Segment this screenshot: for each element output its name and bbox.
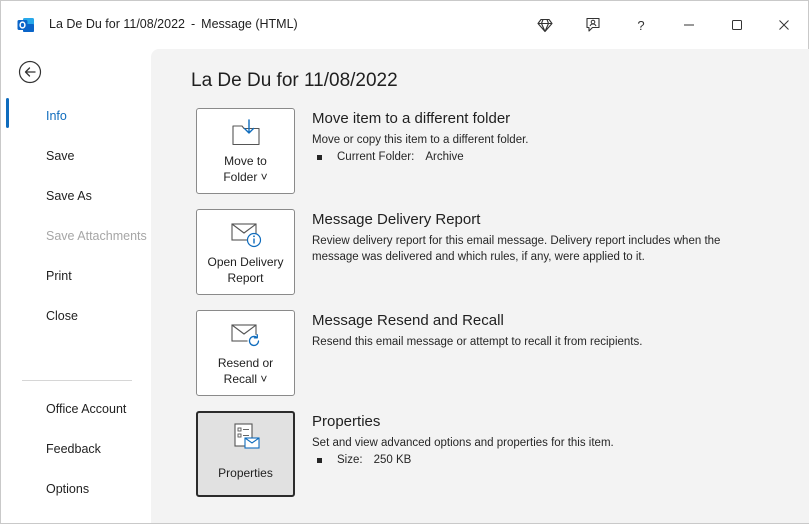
move-to-folder-label-line2: Folder ˅ <box>223 170 268 184</box>
section-desc-move: Move or copy this item to a different fo… <box>312 134 529 146</box>
maximize-icon[interactable] <box>714 1 760 49</box>
outlook-message-window: La De Du for 11/08/2022- Message (HTML) ?… <box>0 0 809 524</box>
bullet-marker <box>317 154 322 160</box>
window-title: La De Du for 11/08/2022- Message (HTML) <box>49 17 298 31</box>
open-delivery-report-label-line2: Report <box>227 271 264 285</box>
diamond-icon[interactable] <box>522 1 568 49</box>
help-icon[interactable]: ? <box>618 1 664 49</box>
resend-or-recall-label-line1: Resend or <box>217 356 274 370</box>
size-value: 250 KB <box>373 454 412 466</box>
open-delivery-report-button[interactable]: Open Delivery Report <box>196 209 295 295</box>
sidebar-item-save[interactable]: Save <box>46 149 75 163</box>
sidebar-item-feedback[interactable]: Feedback <box>46 442 101 456</box>
close-icon[interactable] <box>761 1 807 49</box>
move-folder-icon <box>229 117 263 149</box>
size-detail: Size: 250 KB <box>317 454 411 466</box>
section-title-move: Move item to a different folder <box>312 110 511 127</box>
properties-label-line1: Properties <box>218 466 273 480</box>
properties-icon <box>229 421 263 453</box>
move-to-folder-button[interactable]: Move to Folder ˅ <box>196 108 295 194</box>
active-indicator <box>6 98 9 128</box>
sidebar-item-office-account[interactable]: Office Account <box>46 402 126 416</box>
properties-label: Properties <box>198 465 293 481</box>
feedback-icon[interactable] <box>570 1 616 49</box>
open-delivery-report-label-line1: Open Delivery <box>207 255 284 269</box>
section-title-delivery: Message Delivery Report <box>312 211 481 228</box>
minimize-icon[interactable] <box>666 1 712 49</box>
current-folder-value: Archive <box>425 151 464 163</box>
back-arrow-icon[interactable] <box>18 60 42 84</box>
section-desc-properties: Set and view advanced options and proper… <box>312 437 614 449</box>
page-title: La De Du for 11/08/2022 <box>191 70 398 91</box>
sidebar-item-print[interactable]: Print <box>46 269 72 283</box>
bullet-marker <box>317 457 322 463</box>
info-panel: La De Du for 11/08/2022 Move to Folder ˅… <box>151 49 809 523</box>
window-title-subject: La De Du for 11/08/2022 <box>49 17 185 31</box>
size-label: Size: <box>337 454 363 466</box>
move-to-folder-label: Move to Folder ˅ <box>197 153 294 185</box>
sidebar-divider <box>22 380 132 381</box>
current-folder-detail: Current Folder: Archive <box>317 151 464 163</box>
sidebar-item-options[interactable]: Options <box>46 482 89 496</box>
outlook-app-icon <box>17 16 35 34</box>
open-delivery-report-label: Open Delivery Report <box>197 254 294 286</box>
properties-button[interactable]: Properties <box>196 411 295 497</box>
move-to-folder-label-line1: Move to <box>224 154 267 168</box>
section-desc-resend: Resend this email message or attempt to … <box>312 336 643 348</box>
resend-or-recall-label-line2: Recall ˅ <box>223 372 268 386</box>
section-desc-delivery: Review delivery report for this email me… <box>312 235 721 263</box>
sidebar-item-save-attachments: Save Attachments <box>46 229 147 243</box>
sidebar-item-close[interactable]: Close <box>46 309 78 323</box>
resend-or-recall-button[interactable]: Resend or Recall ˅ <box>196 310 295 396</box>
resend-recall-icon <box>229 319 263 351</box>
section-title-properties: Properties <box>312 413 381 430</box>
current-folder-label: Current Folder: <box>337 151 415 163</box>
sidebar-item-info[interactable]: Info <box>46 109 67 123</box>
window-title-kind: Message (HTML) <box>201 17 298 31</box>
sidebar-item-save-as[interactable]: Save As <box>46 189 92 203</box>
backstage-sidebar: Info Save Save As Save Attachments Print… <box>2 49 151 523</box>
delivery-report-icon <box>229 218 263 250</box>
title-bar: La De Du for 11/08/2022- Message (HTML) ? <box>1 1 808 49</box>
window-title-separator: - <box>190 17 196 31</box>
resend-or-recall-label: Resend or Recall ˅ <box>197 355 294 387</box>
section-title-resend: Message Resend and Recall <box>312 312 504 329</box>
